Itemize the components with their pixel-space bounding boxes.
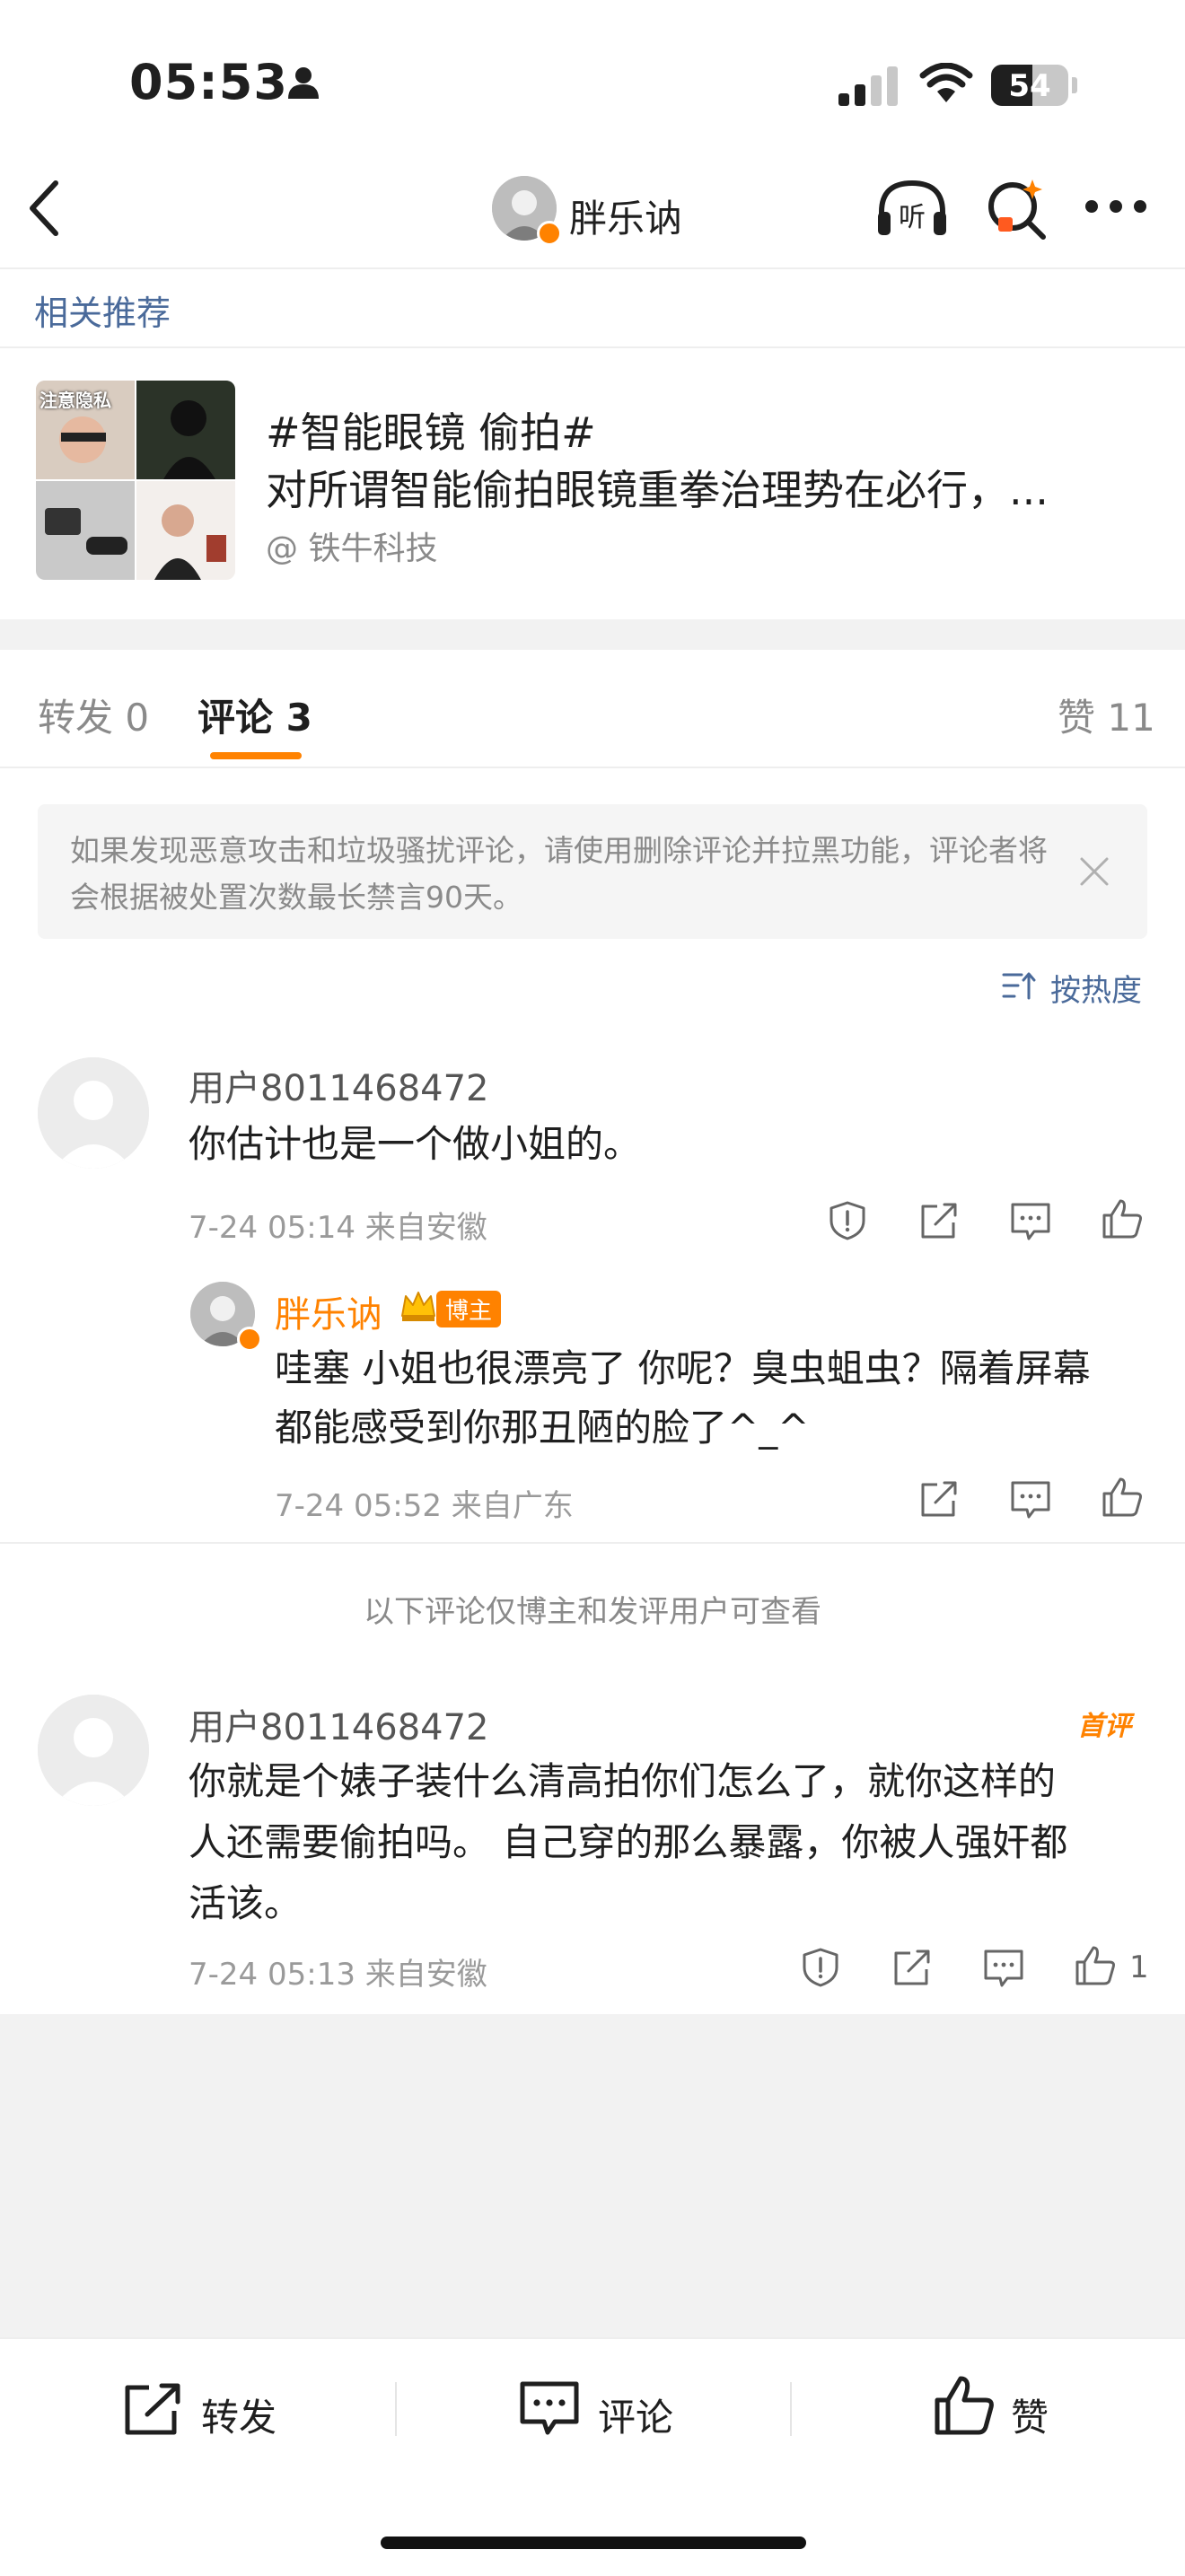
comment-text: 你估计也是一个做小姐的。 (189, 1122, 642, 1166)
share-icon[interactable] (917, 1477, 961, 1520)
related-subtitle[interactable]: 对所谓智能偷拍眼镜重拳治理势在必行，... (266, 458, 1137, 517)
svg-text:听: 听 (899, 202, 926, 233)
like-icon[interactable] (934, 2375, 995, 2436)
wifi-icon (919, 63, 973, 104)
moderation-notice: 如果发现恶意攻击和垃圾骚扰评论，请使用删除评论并拉黑功能，评论者将会根据被处置次… (38, 804, 1147, 939)
battery-icon: 54 (991, 65, 1068, 106)
bottom-separator (395, 2382, 397, 2436)
commenter-avatar[interactable] (38, 1057, 149, 1169)
nav-divider (0, 267, 1185, 269)
comment-meta: 7-24 05:13 来自安徽 (189, 1957, 487, 1993)
sort-icon[interactable] (1002, 969, 1038, 1002)
page-title: 胖乐讷 (569, 197, 683, 241)
related-divider (0, 346, 1185, 348)
home-indicator[interactable] (381, 2537, 806, 2549)
repost-button[interactable]: 转发 (201, 2388, 276, 2442)
verified-badge (537, 221, 562, 246)
thumbnail-4 (136, 481, 235, 580)
status-time: 05:53 (129, 54, 288, 110)
thumbnail-2 (136, 381, 235, 479)
empty-area (0, 2014, 1185, 2337)
tabs-divider (0, 767, 1185, 768)
notice-text: 如果发现恶意攻击和垃圾骚扰评论，请使用删除评论并拉黑功能，评论者将会根据被处置次… (70, 833, 1048, 915)
tab-comments[interactable]: 评论 3 (198, 688, 312, 742)
like-count: 1 (1129, 1950, 1149, 1985)
listen-icon[interactable]: 听 (874, 176, 950, 241)
restricted-comments-notice: 以下评论仅博主和发评用户可查看 (364, 1594, 821, 1630)
comment-icon[interactable] (519, 2379, 580, 2438)
comment-text-line2: 人还需要偷拍吗。 自己穿的那么暴露，你被人强奸都 (189, 1820, 1068, 1864)
repost-icon[interactable] (122, 2382, 183, 2438)
close-icon[interactable] (1079, 856, 1110, 887)
thumbnail-1: 注意隐私 (36, 381, 135, 479)
bottom-separator (790, 2382, 792, 2436)
first-comment-badge: 首评 (1077, 1711, 1131, 1742)
related-source[interactable]: @ 铁牛科技 (266, 522, 437, 569)
like-icon[interactable] (1101, 1476, 1144, 1519)
comment-meta: 7-24 05:14 来自安徽 (189, 1210, 487, 1246)
cellular-signal-icon (838, 66, 901, 106)
commenter-avatar[interactable] (38, 1695, 149, 1806)
share-icon[interactable] (917, 1199, 961, 1242)
comment-username[interactable]: 用户8011468472 (189, 1698, 489, 1750)
crown-icon (399, 1287, 438, 1323)
comment-divider (0, 1542, 1185, 1544)
comment-text-line3: 活该。 (189, 1881, 303, 1925)
battery-percent: 54 (1008, 68, 1051, 104)
comment-text-line1: 你就是个婊子装什么清高拍你们怎么了，就你这样的 (189, 1759, 1057, 1803)
comment-button[interactable]: 评论 (598, 2388, 673, 2442)
like-button[interactable]: 赞 (1011, 2388, 1049, 2442)
tab-repost[interactable]: 转发 0 (38, 688, 149, 742)
more-options-icon[interactable] (1084, 199, 1147, 214)
comment-icon[interactable] (1009, 1477, 1052, 1520)
verified-badge (237, 1327, 262, 1352)
comment-icon[interactable] (1009, 1199, 1052, 1242)
share-icon[interactable] (891, 1946, 934, 1989)
tab-likes[interactable]: 赞 11 (1058, 688, 1155, 742)
report-icon[interactable] (799, 1946, 842, 1989)
sort-by-heat[interactable]: 按热度 (1050, 966, 1142, 1010)
search-icon[interactable] (984, 176, 1049, 241)
comment-username[interactable]: 用户8011468472 (189, 1059, 489, 1111)
related-section-label: 相关推荐 (34, 294, 171, 333)
report-icon[interactable] (826, 1199, 869, 1242)
related-title[interactable]: #智能眼镜 偷拍# (266, 400, 596, 460)
thumbnail-3 (36, 481, 135, 580)
active-tab-indicator (210, 752, 302, 759)
thumbnail-caption: 注意隐私 (40, 390, 111, 411)
blogger-badge: 博主 (436, 1291, 502, 1327)
comment-icon[interactable] (982, 1946, 1025, 1989)
reply-text-line2: 都能感受到你那丑陋的脸了^_^ (275, 1406, 810, 1450)
like-icon[interactable] (1074, 1944, 1117, 1987)
reply-text-line1: 哇塞 小姐也很漂亮了 你呢？臭虫蛆虫？隔着屏幕 (275, 1346, 1091, 1390)
section-gap (0, 619, 1185, 650)
person-icon (285, 65, 321, 101)
battery-tip (1072, 77, 1077, 93)
related-thumbnail-grid[interactable]: 注意隐私 (36, 381, 235, 580)
like-icon[interactable] (1101, 1197, 1144, 1240)
reply-username[interactable]: 胖乐讷 (275, 1285, 382, 1337)
back-button[interactable] (27, 180, 63, 237)
reply-meta: 7-24 05:52 来自广东 (275, 1488, 574, 1524)
